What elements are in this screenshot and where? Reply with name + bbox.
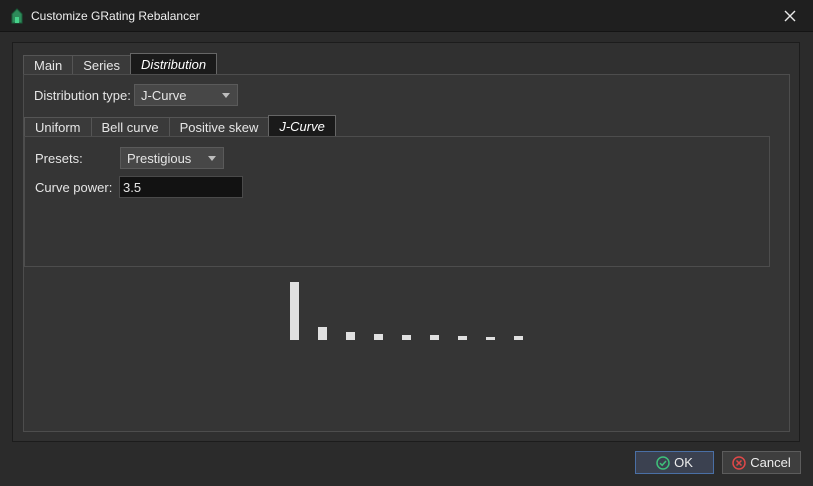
cancel-circle-icon bbox=[732, 455, 747, 470]
j-curve-pane: Presets: Prestigious Curve power: bbox=[24, 136, 770, 267]
tab-main[interactable]: Main bbox=[23, 55, 74, 75]
presets-label: Presets: bbox=[35, 151, 83, 166]
window-title: Customize GRating Rebalancer bbox=[31, 8, 200, 23]
curve-power-input[interactable] bbox=[119, 176, 243, 198]
main-tabbar: Main Series Distribution bbox=[23, 53, 218, 75]
distribution-preview-chart bbox=[290, 282, 523, 340]
distribution-bar bbox=[290, 282, 299, 340]
distribution-bar bbox=[486, 337, 495, 340]
distribution-bar bbox=[402, 335, 411, 340]
curve-tabbar: Uniform Bell curve Positive skew J-Curve bbox=[24, 115, 336, 137]
ok-label: OK bbox=[674, 455, 693, 470]
distribution-bar bbox=[318, 327, 327, 340]
distribution-bar bbox=[514, 336, 523, 340]
subtab-positive-skew[interactable]: Positive skew bbox=[168, 117, 270, 137]
tab-series[interactable]: Series bbox=[72, 55, 132, 75]
presets-value: Prestigious bbox=[127, 150, 192, 166]
subtab-uniform[interactable]: Uniform bbox=[24, 117, 92, 137]
distribution-bar bbox=[458, 336, 467, 340]
cancel-button[interactable]: Cancel bbox=[722, 451, 801, 474]
presets-select[interactable]: Prestigious bbox=[120, 147, 224, 169]
check-circle-icon bbox=[656, 455, 670, 470]
distribution-bar bbox=[346, 332, 355, 340]
dialog-body: Main Series Distribution Distribution ty… bbox=[12, 42, 800, 442]
distribution-type-label: Distribution type: bbox=[34, 88, 131, 103]
distribution-bar bbox=[374, 334, 383, 340]
distribution-bar bbox=[430, 335, 439, 340]
tab-distribution[interactable]: Distribution bbox=[130, 53, 218, 75]
close-icon bbox=[784, 10, 796, 22]
curve-power-label: Curve power: bbox=[35, 180, 113, 195]
close-button[interactable] bbox=[767, 0, 813, 32]
subtab-bell-curve[interactable]: Bell curve bbox=[90, 117, 170, 137]
distribution-type-value: J-Curve bbox=[141, 87, 187, 103]
subtab-j-curve[interactable]: J-Curve bbox=[268, 115, 336, 137]
cancel-label: Cancel bbox=[750, 455, 791, 470]
chevron-down-icon bbox=[222, 93, 230, 98]
distribution-pane: Distribution type: J-Curve Uniform Bell … bbox=[23, 74, 790, 432]
ok-button[interactable]: OK bbox=[635, 451, 714, 474]
chevron-down-icon bbox=[208, 156, 216, 161]
title-bar: Customize GRating Rebalancer bbox=[0, 0, 813, 32]
distribution-type-select[interactable]: J-Curve bbox=[134, 84, 238, 106]
app-icon bbox=[10, 7, 24, 24]
